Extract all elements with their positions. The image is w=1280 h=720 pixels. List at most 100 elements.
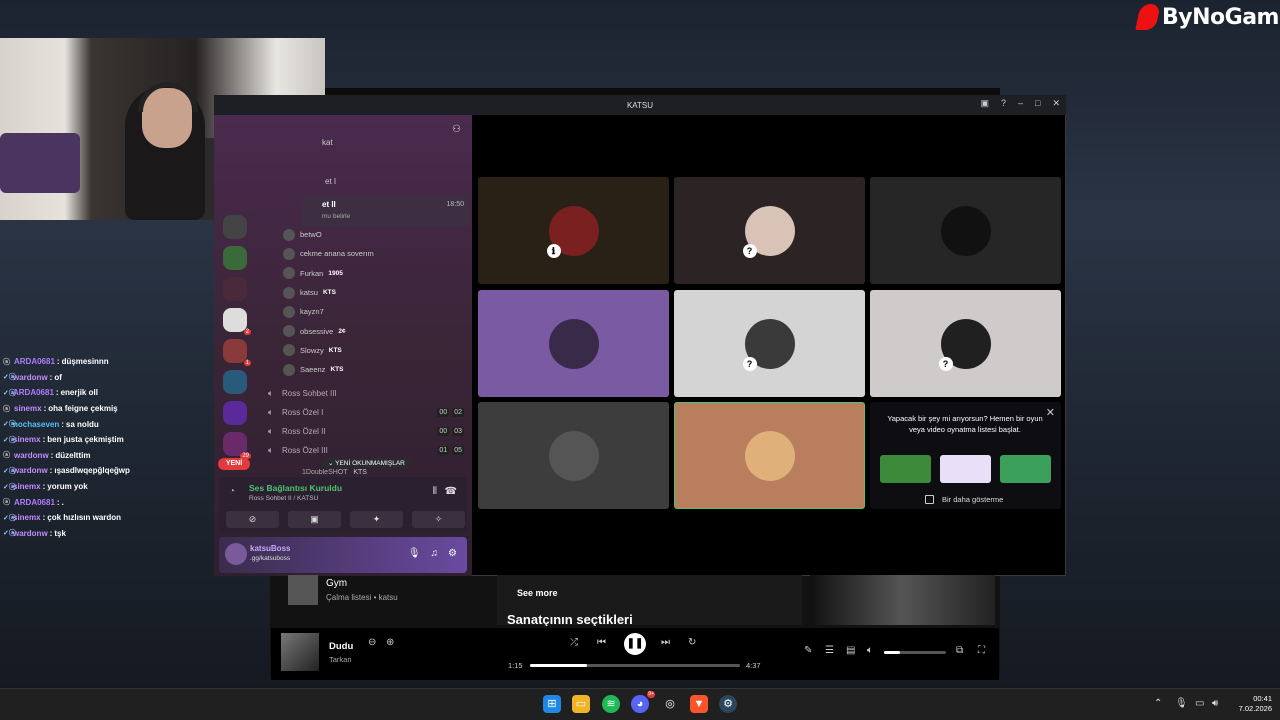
voice-member[interactable]: obsessive 2¢ <box>283 321 463 340</box>
minimize-button[interactable]: – <box>1018 98 1023 109</box>
devices-icon[interactable]: ▤ <box>846 645 855 656</box>
new-badge[interactable]: YENİ <box>218 458 250 470</box>
voice-member[interactable]: Furkan 1905 <box>283 264 463 283</box>
artist-name[interactable]: Tarkan <box>329 655 352 664</box>
video-tile[interactable]: ? <box>870 290 1061 397</box>
add-icon[interactable]: ⊕ <box>386 637 394 648</box>
repeat-icon[interactable]: ↻ <box>688 637 696 648</box>
playlist-title[interactable]: Gym <box>326 578 347 589</box>
windows-start-icon[interactable]: ⊞ <box>543 695 561 713</box>
video-tile[interactable] <box>674 402 865 509</box>
noise-icon[interactable]: ⦀ <box>433 486 437 497</box>
chat-username[interactable]: wardonw <box>13 529 48 538</box>
voice-member[interactable]: kayzn7 <box>283 302 463 321</box>
voice-member[interactable]: cekme anana soverım <box>283 244 463 263</box>
user-limit: 01 <box>437 446 450 455</box>
voice-member[interactable]: katsu KTS <box>283 283 463 302</box>
speaker-icon[interactable]: 🔊︎ <box>1212 698 1218 709</box>
microphone-icon[interactable]: 🎙︎ <box>408 548 421 559</box>
previous-icon[interactable]: ⏮ <box>597 637 606 648</box>
signal-icon[interactable]: ◔ <box>229 486 235 497</box>
chat-username[interactable]: ARDA0681 <box>14 498 55 507</box>
channel-item[interactable]: et I <box>325 177 336 186</box>
chat-username[interactable]: ARDA0681 <box>13 388 54 397</box>
spotify-icon[interactable]: ≋ <box>602 695 620 713</box>
server-icon[interactable] <box>223 277 247 301</box>
chrome-icon[interactable]: ◎ <box>661 695 679 713</box>
video-tile[interactable] <box>478 290 669 397</box>
activities-button[interactable]: ✦ <box>350 511 403 528</box>
chat-username[interactable]: ARDA0681 <box>14 357 55 366</box>
volume-icon[interactable]: 🔈︎ <box>867 645 873 656</box>
game-thumbnail[interactable] <box>880 455 931 483</box>
shuffle-icon[interactable]: ⤮ <box>570 637 578 648</box>
add-member-icon[interactable]: ⚇ <box>452 124 461 135</box>
discord-icon[interactable]: ◕ 9+ <box>631 691 655 713</box>
chat-username[interactable]: nochaseven <box>13 420 59 429</box>
chat-message: oha feigne çekmiş <box>48 404 118 414</box>
game-thumbnail[interactable] <box>940 455 991 483</box>
server-icon[interactable]: 29 <box>223 432 251 459</box>
settings-gear-icon[interactable]: ⚙ <box>448 548 457 559</box>
mic-tray-icon[interactable]: 🎙︎ <box>1175 698 1188 709</box>
voice-channel[interactable]: 🔈︎ Ross Özel I 00 02 <box>268 403 464 422</box>
game-thumbnail[interactable] <box>1000 455 1051 483</box>
pause-button[interactable]: ❚❚ <box>624 633 646 655</box>
badge-icon: ✓ⓐ <box>3 514 16 522</box>
chat-username[interactable]: sinemx <box>13 513 41 522</box>
chat-username[interactable]: sinemx <box>13 482 41 491</box>
maximize-button[interactable]: □ <box>1035 98 1040 109</box>
headphones-icon[interactable]: ♫ <box>431 548 439 559</box>
screen-share-button[interactable]: ▣ <box>288 511 341 528</box>
video-tile[interactable]: ? <box>674 290 865 397</box>
fullscreen-icon[interactable]: ⛶ <box>978 645 985 656</box>
server-icon[interactable] <box>223 215 247 239</box>
inbox-icon[interactable]: ▣ <box>980 98 989 109</box>
chat-username[interactable]: sinemx <box>13 435 41 444</box>
voice-member[interactable]: Saeenz KTS <box>283 360 463 379</box>
server-icon[interactable]: 1 <box>223 339 251 366</box>
avatar[interactable] <box>225 543 247 565</box>
file-explorer-icon[interactable]: ▭ <box>572 695 590 713</box>
voice-channel[interactable]: 🔈︎ Ross Sohbet III <box>268 384 464 403</box>
voice-channel[interactable]: 🔈︎ Ross Özel II 00 03 <box>268 422 464 441</box>
help-icon[interactable]: ? <box>1001 98 1006 109</box>
display-icon[interactable]: ▭ <box>1195 698 1204 709</box>
song-title[interactable]: Dudu <box>329 641 353 652</box>
voice-member[interactable]: betwO <box>283 225 463 244</box>
soundboard-button[interactable]: ✧ <box>412 511 465 528</box>
next-icon[interactable]: ⏭ <box>661 637 670 648</box>
server-icon[interactable] <box>223 401 247 425</box>
lyrics-icon[interactable]: ✎ <box>804 645 812 656</box>
disconnect-icon[interactable]: ☎ <box>445 486 457 497</box>
miniplayer-icon[interactable]: ⧉ <box>956 645 963 656</box>
selected-channel[interactable]: et II 18:50 mu belirle <box>302 196 470 226</box>
clock[interactable]: 00:41 7.02.2026 <box>1232 694 1272 714</box>
video-tile[interactable] <box>870 177 1061 284</box>
chevron-up-icon[interactable]: ⌃ <box>1154 698 1162 709</box>
close-button[interactable]: ✕ <box>1052 98 1060 109</box>
server-icon[interactable]: 2 <box>223 308 251 335</box>
voice-member[interactable]: Slowzy KTS <box>283 341 463 360</box>
steam-icon[interactable]: ⚙ <box>719 695 737 713</box>
video-tile[interactable]: ? <box>674 177 865 284</box>
album-cover[interactable] <box>281 633 319 671</box>
dont-show-checkbox[interactable] <box>925 495 934 504</box>
unread-pill[interactable]: ⌄ YENİ OKUNMAMIŞLAR <box>322 458 411 468</box>
server-icon[interactable] <box>223 370 247 394</box>
chat-username[interactable]: sinemx <box>14 404 42 413</box>
speaker-icon: 🔈︎ <box>268 445 274 455</box>
remove-icon[interactable]: ⊖ <box>368 637 376 648</box>
server-icon[interactable] <box>223 246 247 270</box>
video-tile[interactable]: ℹ <box>478 177 669 284</box>
chat-username[interactable]: wardonw <box>13 373 48 382</box>
chat-username[interactable]: wardonw <box>14 451 49 460</box>
brave-icon[interactable]: ▼ <box>690 695 708 713</box>
camera-off-button[interactable]: ⊘ <box>226 511 279 528</box>
chat-username[interactable]: wardonw <box>13 466 48 475</box>
queue-icon[interactable]: ☰ <box>825 645 834 656</box>
video-tile[interactable] <box>478 402 669 509</box>
channel-item[interactable]: kat <box>322 138 336 147</box>
playlist-cover[interactable] <box>288 575 318 605</box>
see-more-link[interactable]: See more <box>517 588 558 598</box>
